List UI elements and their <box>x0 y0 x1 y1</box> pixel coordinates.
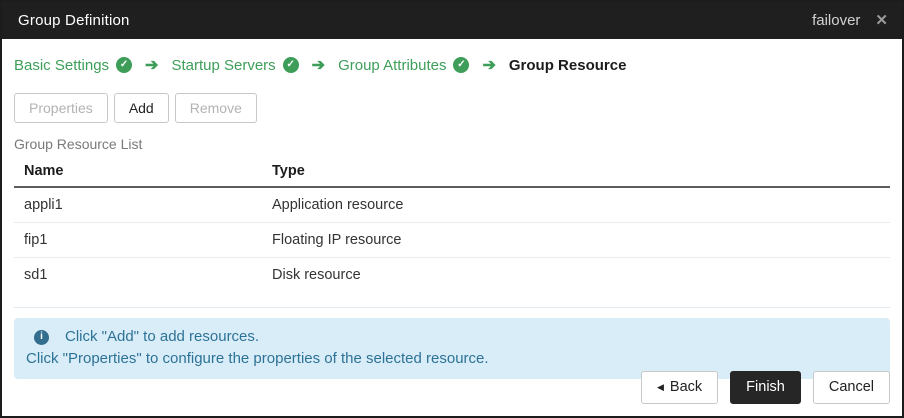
add-button[interactable]: Add <box>113 93 169 123</box>
step-arrow-icon: ➔ <box>482 57 496 74</box>
back-triangle-icon: ◀ <box>657 382 664 393</box>
step-label: Group Resource <box>508 56 627 74</box>
step-basic-settings[interactable]: Basic Settings ✓ <box>14 56 133 74</box>
cancel-button[interactable]: Cancel <box>812 371 890 404</box>
table-row[interactable]: appli1 Application resource <box>14 187 890 223</box>
column-header-type: Type <box>262 156 890 188</box>
info-text-1: Click "Add" to add resources. <box>65 328 260 345</box>
wizard-breadcrumb: Basic Settings ✓ ➔ Startup Servers ✓ ➔ G… <box>14 53 890 77</box>
group-resource-table-wrap: Name Type appli1 Application resource fi… <box>14 156 890 308</box>
resource-type-cell: Application resource <box>262 187 890 223</box>
titlebar-right: failover ✕ <box>812 12 888 29</box>
properties-button[interactable]: Properties <box>14 93 108 123</box>
close-icon[interactable]: ✕ <box>875 13 888 28</box>
resource-name-cell: appli1 <box>14 187 262 223</box>
resource-name-cell: sd1 <box>24 267 48 283</box>
step-completed-check-icon: ✓ <box>453 57 470 73</box>
step-completed-check-icon: ✓ <box>282 57 299 73</box>
back-button-label: Back <box>669 379 703 396</box>
dialog-titlebar: Group Definition failover ✕ <box>2 2 902 39</box>
resource-name-cell: fip1 <box>14 222 262 258</box>
dialog-title: Group Definition <box>18 12 130 29</box>
group-resource-table: Name Type appli1 Application resource fi… <box>14 156 890 292</box>
footer-buttons: ◀ Back Finish Cancel <box>641 371 890 404</box>
group-definition-dialog: Group Definition failover ✕ Basic Settin… <box>0 0 904 418</box>
table-row[interactable]: sd1 Disk resource <box>14 258 890 293</box>
back-button[interactable]: ◀ Back <box>641 371 719 404</box>
remove-button[interactable]: Remove <box>174 93 257 123</box>
table-row[interactable]: fip1 Floating IP resource <box>14 222 890 258</box>
step-label: Startup Servers <box>171 56 276 74</box>
resource-type-cell: Disk resource <box>272 267 361 283</box>
column-header-name: Name <box>14 156 262 188</box>
step-label: Group Attributes <box>338 56 447 74</box>
info-icon: i <box>34 329 49 345</box>
info-line-1: i Click "Add" to add resources. <box>26 326 878 348</box>
step-group-attributes[interactable]: Group Attributes ✓ <box>338 56 470 74</box>
step-arrow-icon: ➔ <box>145 57 159 74</box>
step-arrow-icon: ➔ <box>311 57 326 74</box>
dialog-content: Basic Settings ✓ ➔ Startup Servers ✓ ➔ G… <box>2 53 902 379</box>
resource-toolbar: Properties Add Remove <box>14 93 890 123</box>
table-header-row: Name Type <box>14 156 890 188</box>
failover-context-label: failover <box>812 12 861 29</box>
finish-button[interactable]: Finish <box>730 371 801 404</box>
step-startup-servers[interactable]: Startup Servers ✓ <box>171 56 299 74</box>
step-group-resource-current: Group Resource <box>509 57 627 74</box>
group-resource-list-caption: Group Resource List <box>14 136 143 152</box>
step-completed-check-icon: ✓ <box>116 57 133 73</box>
resource-type-cell: Floating IP resource <box>262 222 890 258</box>
info-text-2: Click "Properties" to configure the prop… <box>26 350 489 367</box>
step-label: Basic Settings <box>14 56 110 74</box>
info-message-box: i Click "Add" to add resources. Click "P… <box>14 318 890 379</box>
